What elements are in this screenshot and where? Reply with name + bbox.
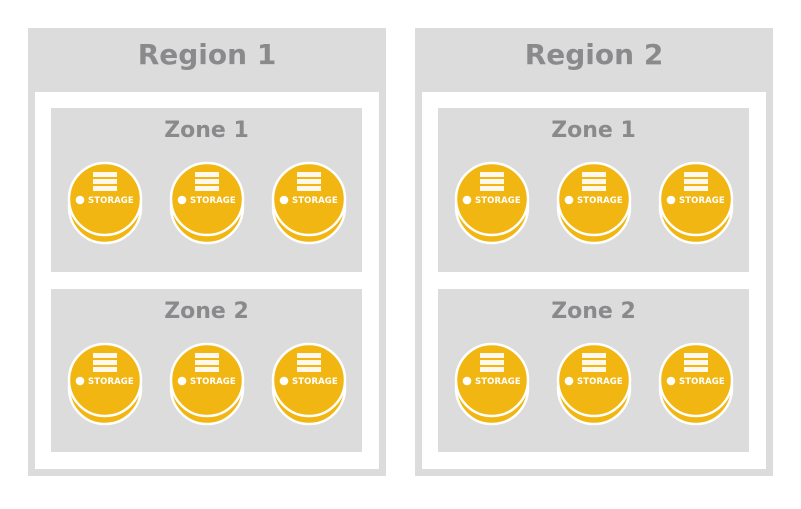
storage-node: STORAGE — [658, 342, 734, 426]
storage-node: STORAGE — [658, 161, 734, 245]
region-title: Region 1 — [137, 38, 277, 71]
storage-node: STORAGE — [556, 161, 632, 245]
region-2: Region 2 Zone 1 STORAGE STORAGE STORAGE Zo… — [415, 28, 773, 476]
storage-node: STORAGE — [454, 342, 530, 426]
zone-2: Zone 2 STORAGE STORAGE STORAGE — [438, 289, 749, 452]
storage-node: STORAGE — [556, 342, 632, 426]
zone-title: Zone 2 — [551, 299, 636, 324]
zone-1: Zone 1 STORAGE STORAGE STORAGE — [51, 108, 362, 272]
storage-node: STORAGE — [271, 342, 347, 426]
zone-title: Zone 2 — [164, 299, 249, 324]
storage-label: STORAGE — [679, 377, 725, 387]
region-inner-panel: Zone 1 STORAGE STORAGE STORAGE Zone 2 ST… — [422, 92, 766, 469]
storage-node: STORAGE — [169, 342, 245, 426]
zone-title: Zone 1 — [164, 118, 249, 143]
storage-label: STORAGE — [88, 377, 134, 387]
region-inner-panel: Zone 1 STORAGE STORAGE STORAGE Zone 2 ST… — [35, 92, 379, 469]
storage-node: STORAGE — [271, 161, 347, 245]
storage-label: STORAGE — [190, 377, 236, 387]
zone-2: Zone 2 STORAGE STORAGE STORAGE — [51, 289, 362, 452]
storage-label: STORAGE — [577, 196, 623, 206]
region-1: Region 1 Zone 1 STORAGE STORAGE STORAGE Zo… — [28, 28, 386, 476]
region-title: Region 2 — [524, 38, 664, 71]
storage-node: STORAGE — [454, 161, 530, 245]
zone-1: Zone 1 STORAGE STORAGE STORAGE — [438, 108, 749, 272]
storage-label: STORAGE — [190, 196, 236, 206]
storage-label: STORAGE — [475, 377, 521, 387]
storage-label: STORAGE — [88, 196, 134, 206]
storage-label: STORAGE — [577, 377, 623, 387]
storage-node: STORAGE — [169, 161, 245, 245]
storage-label: STORAGE — [292, 196, 338, 206]
zone-title: Zone 1 — [551, 118, 636, 143]
storage-label: STORAGE — [679, 196, 725, 206]
storage-node: STORAGE — [67, 161, 143, 245]
storage-label: STORAGE — [292, 377, 338, 387]
storage-label: STORAGE — [475, 196, 521, 206]
storage-node: STORAGE — [67, 342, 143, 426]
